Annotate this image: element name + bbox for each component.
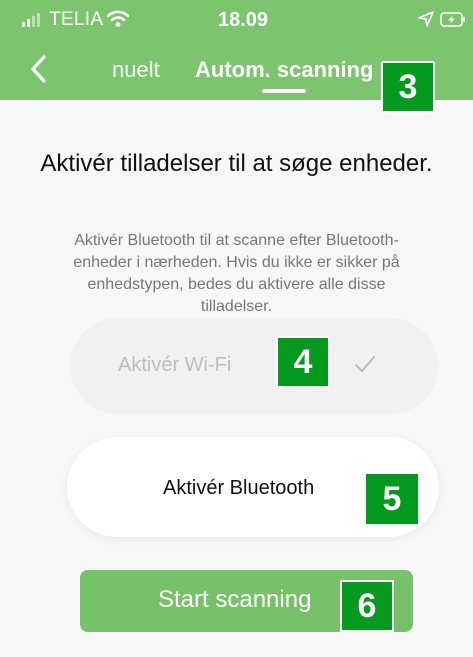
tab-auto-scanning[interactable]: Autom. scanning <box>195 57 373 83</box>
main-content: Aktivér tilladelser til at søge enheder.… <box>0 100 473 657</box>
back-button[interactable] <box>26 54 52 84</box>
tab-manual[interactable]: nuelt <box>112 57 160 83</box>
location-arrow-icon <box>418 11 434 27</box>
permissions-title: Aktivér tilladelser til at søge enheder. <box>40 150 433 177</box>
enable-bluetooth-label: Aktivér Bluetooth <box>163 477 315 499</box>
enable-wifi-label: Aktivér Wi-Fi <box>118 354 232 376</box>
status-time: 18.09 <box>218 9 269 31</box>
wifi-icon <box>107 10 129 27</box>
annotation-badge-5: 5 <box>364 472 420 526</box>
active-tab-indicator <box>262 89 306 93</box>
enable-wifi-button[interactable]: Aktivér Wi-Fi <box>70 318 438 414</box>
annotation-badge-3: 3 <box>381 61 435 113</box>
battery-charging-icon <box>440 12 465 27</box>
annotation-badge-4: 4 <box>276 336 330 388</box>
start-scanning-label: Start scanning <box>158 586 312 613</box>
app-screen: TELIA 18.09 nuelt Autom. scanning Aktivé… <box>0 0 473 657</box>
annotation-badge-6: 6 <box>340 580 394 632</box>
check-icon <box>355 356 375 372</box>
carrier-name: TELIA <box>49 9 104 30</box>
signal-strength-icon <box>22 13 40 27</box>
permissions-description: Aktivér Bluetooth til at scanne efter Bl… <box>73 232 400 315</box>
status-bar: TELIA 18.09 <box>0 0 473 40</box>
